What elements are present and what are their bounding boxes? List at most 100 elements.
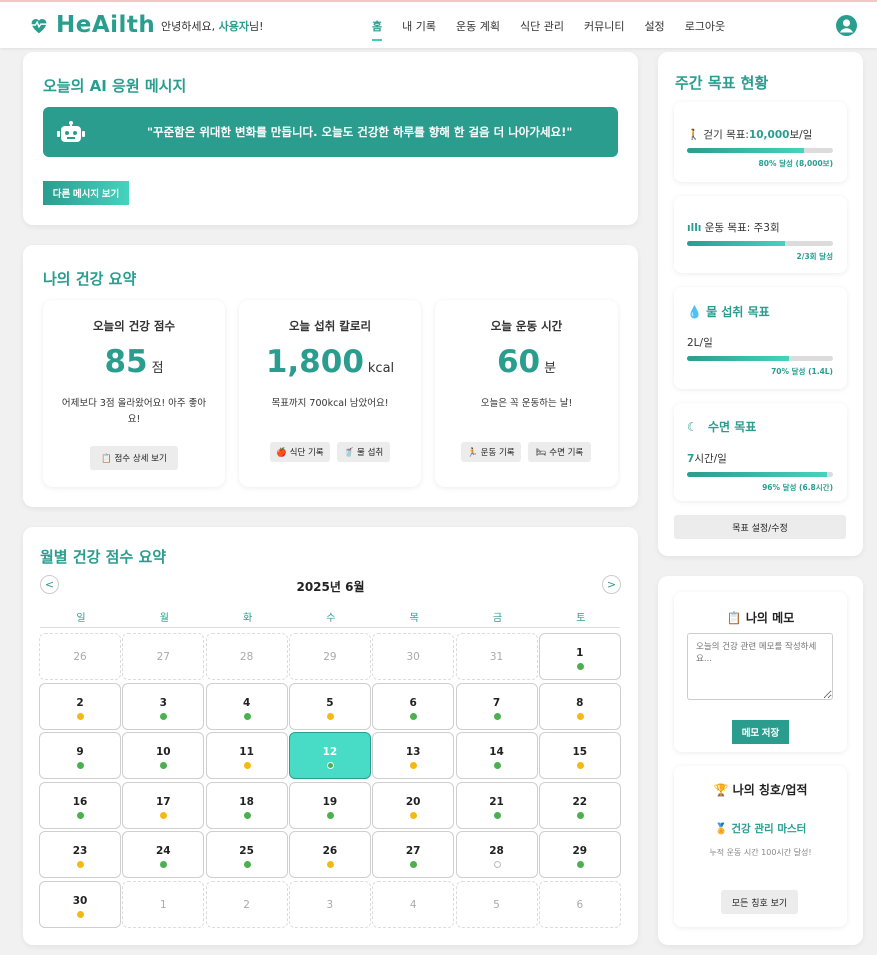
calendar-day-number: 4 — [409, 899, 417, 911]
score-dot — [243, 861, 251, 869]
calendar-day-number: 6 — [576, 899, 584, 911]
score-dot — [576, 712, 584, 720]
user-avatar-icon[interactable] — [836, 15, 857, 36]
score-dot — [243, 811, 251, 819]
calendar-day[interactable]: 9 — [39, 732, 121, 780]
ai-message-card: 오늘의 AI 응원 메시지 "꾸준함은 위대한 변화를 만듭니다. 오늘도 건강… — [23, 52, 638, 225]
calendar-day[interactable]: 16 — [39, 781, 121, 829]
water-progress-text: 70% 달성 (1.4L) — [771, 367, 833, 376]
calendar-day: 6 — [538, 881, 621, 928]
nav-settings[interactable]: 설정 — [644, 18, 664, 34]
score-dot — [243, 762, 251, 770]
calendar-day[interactable]: 3 — [122, 682, 205, 730]
calendar-day[interactable]: 11 — [205, 732, 288, 780]
calendar-day[interactable]: 13 — [372, 732, 455, 780]
calendar-day[interactable]: 20 — [372, 781, 455, 829]
exercise-goal: ıllı 운동 목표: 주3회 2/3회 달성 — [674, 196, 847, 273]
calendar-day-number: 14 — [489, 746, 504, 759]
nav-logout[interactable]: 로그아웃 — [685, 18, 725, 34]
score-detail-button[interactable]: 📋 점수 상세 보기 — [90, 446, 178, 470]
water-intake-button[interactable]: 🥤 물 섭취 — [337, 442, 390, 462]
calendar-day-number: 18 — [239, 795, 254, 808]
calendar-day[interactable]: 5 — [288, 682, 371, 730]
score-dot — [410, 762, 418, 770]
calendar-day[interactable]: 30 — [39, 881, 121, 928]
nav-community[interactable]: 커뮤니티 — [584, 18, 624, 34]
calendar-day[interactable]: 27 — [372, 831, 455, 879]
calendar-day[interactable]: 25 — [205, 831, 288, 879]
nav-home[interactable]: 홈 — [372, 18, 383, 41]
nav-my-records[interactable]: 내 기록 — [402, 18, 436, 34]
calendar-day[interactable]: 15 — [538, 732, 621, 780]
calendar-day-number: 13 — [405, 746, 421, 759]
walk-progress-bar — [687, 148, 833, 153]
calendar-day[interactable]: 18 — [205, 781, 288, 829]
calendar-day[interactable]: 19 — [288, 781, 371, 829]
calorie-title: 오늘 섭취 칼로리 — [288, 319, 372, 333]
calendar-day[interactable]: 29 — [538, 831, 621, 879]
calorie-desc: 목표까지 700kcal 남았어요! — [271, 398, 389, 409]
clipboard-icon: 📋 — [726, 611, 742, 625]
calendar-day[interactable]: 23 — [39, 831, 121, 879]
calendar-day[interactable]: 26 — [288, 831, 371, 879]
calendar-day[interactable]: 4 — [205, 682, 288, 730]
calendar-day[interactable]: 28 — [455, 831, 538, 879]
water-goal-title: 💧 물 섭취 목표 — [687, 305, 770, 319]
calendar-day-number: 23 — [72, 845, 88, 858]
exercise-record-button[interactable]: 🏃 운동 기록 — [461, 442, 521, 462]
nav-diet[interactable]: 식단 관리 — [520, 18, 564, 34]
diet-record-button[interactable]: 🍎 식단 기록 — [270, 442, 330, 462]
score-dot — [576, 811, 584, 819]
next-month-button[interactable]: > — [602, 575, 621, 594]
calendar-day[interactable]: 17 — [122, 781, 205, 829]
calendar-day[interactable]: 7 — [455, 682, 538, 730]
calendar-day: 26 — [39, 633, 121, 680]
calendar-title: 월별 건강 점수 요약 — [40, 548, 167, 566]
logo-text: HeAilth — [56, 12, 156, 38]
calendar-day: 31 — [455, 633, 538, 680]
calendar-day-today[interactable]: 12 — [288, 732, 371, 780]
score-dot — [576, 663, 584, 670]
calendar-day-number: 20 — [405, 795, 421, 808]
greeting: 안녕하세요, 사용자님! — [161, 20, 264, 33]
calendar-day-number: 21 — [489, 795, 504, 808]
moon-icon: ☾ — [687, 420, 698, 434]
score-dot — [326, 811, 334, 819]
calendar-day-number: 17 — [155, 795, 171, 808]
calendar-day[interactable]: 22 — [538, 781, 621, 829]
calendar-day[interactable]: 2 — [39, 682, 121, 730]
calendar-day: 3 — [288, 881, 371, 928]
sleep-record-button[interactable]: 🛏 수면 기록 — [528, 442, 591, 462]
goal-settings-button[interactable]: 목표 설정/수정 — [674, 515, 846, 539]
exercise-time-value: 60 분 — [496, 344, 557, 380]
calendar-day-number: 31 — [489, 651, 504, 663]
memo-input[interactable] — [687, 633, 833, 700]
calendar-day[interactable]: 1 — [538, 633, 621, 680]
calendar-day-number: 30 — [406, 651, 420, 663]
calendar-day[interactable]: 14 — [455, 732, 538, 780]
nav-exercise-plan[interactable]: 운동 계획 — [456, 18, 500, 34]
calendar-day[interactable]: 21 — [455, 781, 538, 829]
calendar-day[interactable]: 6 — [372, 682, 455, 730]
calendar-day-number: 28 — [239, 651, 254, 663]
all-titles-button[interactable]: 모든 칭호 보기 — [721, 890, 798, 914]
water-goal-label: 2L/일 — [687, 337, 713, 349]
save-memo-button[interactable]: 메모 저장 — [732, 720, 789, 744]
calendar-day[interactable]: 10 — [122, 732, 205, 780]
heart-pulse-icon — [31, 19, 47, 34]
achievement-badge: 🏅 건강 관리 마스터 — [714, 823, 807, 835]
calendar-day: 5 — [455, 881, 538, 928]
health-summary-card: 나의 건강 요약 오늘의 건강 점수 85 점 어제보다 3점 올라왔어요! 아주… — [23, 245, 638, 507]
other-message-button[interactable]: 다른 메시지 보기 — [43, 181, 129, 205]
calendar-day-number: 10 — [155, 746, 171, 759]
score-dot — [160, 811, 168, 819]
sleep-goal: ☾ 수면 목표 7시간/일 96% 달성 (6.8시간) — [674, 403, 847, 501]
calendar-day[interactable]: 8 — [538, 682, 621, 730]
score-dot — [410, 861, 418, 869]
walk-progress-text: 80% 달성 (8,000보) — [758, 159, 833, 168]
calendar-day[interactable]: 24 — [122, 831, 205, 879]
logo[interactable]: HeAilth — [28, 12, 155, 38]
exercise-goal-label: ıllı 운동 목표: 주3회 — [687, 222, 780, 234]
score-dot — [77, 911, 84, 918]
calendar-day: 1 — [122, 881, 205, 928]
